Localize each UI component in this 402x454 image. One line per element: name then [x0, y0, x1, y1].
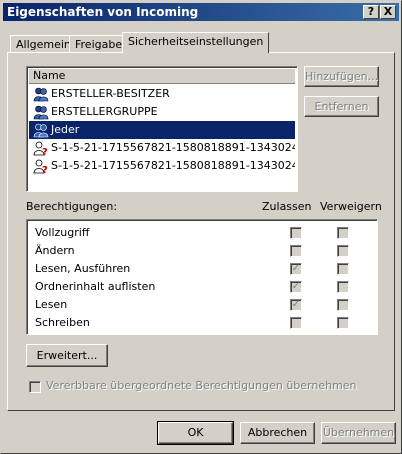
deny-header: Verweigern	[320, 200, 382, 213]
properties-dialog: Eigenschaften von Incoming ? X Allgemein…	[0, 0, 402, 454]
add-button[interactable]: Hinzufügen...	[304, 66, 379, 87]
remove-button[interactable]: Entfernen	[304, 96, 379, 117]
allow-checkbox[interactable]	[290, 227, 302, 239]
user-name: ERSTELLER-BESITZER	[51, 87, 170, 100]
deny-checkbox[interactable]	[337, 317, 349, 329]
deny-checkbox[interactable]	[337, 281, 349, 293]
list-item[interactable]: ERSTELLERGRUPPE	[29, 103, 295, 121]
permission-row: Ordnerinhalt auflisten	[35, 278, 155, 296]
unknown-user-icon: ?	[33, 141, 48, 156]
permission-row: Vollzugriff	[35, 224, 89, 242]
user-name: Jeder	[51, 123, 80, 136]
group-icon	[33, 87, 49, 102]
user-name: S-1-5-21-1715567821-1580818891-134302409…	[51, 141, 295, 154]
permission-row: Lesen	[35, 296, 67, 314]
tab-sicherheitseinstellungen[interactable]: Sicherheitseinstellungen	[122, 32, 270, 53]
permission-name: Ordnerinhalt auflisten	[35, 280, 156, 293]
deny-checkbox[interactable]	[337, 299, 349, 311]
tab-freigabe[interactable]: Freigabe	[69, 35, 129, 53]
svg-text:?: ?	[42, 147, 48, 156]
advanced-button[interactable]: Erweitert...	[26, 344, 108, 367]
permission-name: Lesen, Ausführen	[35, 262, 131, 275]
window-title: Eigenschaften von Incoming	[7, 5, 199, 19]
allow-header: Zulassen	[262, 200, 312, 213]
title-bar: Eigenschaften von Incoming ? X	[3, 3, 399, 21]
apply-button[interactable]: Übernehmen	[321, 422, 396, 444]
svg-text:?: ?	[42, 165, 48, 174]
user-list[interactable]: Name ERSTELLER-BESITZER ERSTELLERGRUPPE …	[26, 66, 298, 192]
help-button[interactable]: ?	[363, 5, 379, 19]
list-item[interactable]: ? S-1-5-21-1715567821-1580818891-1343024…	[29, 157, 295, 175]
deny-checkbox[interactable]	[337, 227, 349, 239]
inherit-label: Vererbbare übergeordnete Berechtigungen …	[46, 379, 357, 392]
permissions-label: Berechtigungen:	[26, 200, 118, 213]
permission-row: Schreiben	[35, 314, 90, 332]
security-tab-panel: Name ERSTELLER-BESITZER ERSTELLERGRUPPE …	[7, 52, 395, 411]
permission-row: Ändern	[35, 242, 75, 260]
user-name: ERSTELLERGRUPPE	[51, 105, 158, 118]
ok-button[interactable]: OK	[157, 421, 234, 445]
permission-row: Lesen, Ausführen	[35, 260, 130, 278]
list-item[interactable]: ERSTELLER-BESITZER	[29, 85, 295, 103]
name-column-header[interactable]: Name	[29, 69, 295, 84]
permission-name: Lesen	[35, 298, 68, 311]
close-button[interactable]: X	[380, 5, 396, 19]
allow-checkbox-checked[interactable]: ✓	[290, 263, 302, 275]
list-item-selected[interactable]: Jeder	[29, 121, 295, 139]
tab-label: Allgemein	[16, 38, 71, 51]
allow-checkbox[interactable]	[290, 245, 302, 257]
tab-label: Freigabe	[75, 38, 123, 51]
user-name: S-1-5-21-1715567821-1580818891-134302409…	[51, 159, 295, 172]
tab-allgemein[interactable]: Allgemein	[10, 35, 77, 53]
permissions-list: Vollzugriff Ändern Lesen, Ausführen ✓ Or…	[26, 219, 378, 335]
group-icon	[33, 105, 49, 120]
group-icon	[33, 123, 49, 138]
permission-name: Vollzugriff	[35, 226, 90, 239]
permission-name: Ändern	[35, 244, 75, 257]
deny-checkbox[interactable]	[337, 263, 349, 275]
inherit-checkbox[interactable]	[29, 381, 41, 393]
permission-name: Schreiben	[35, 316, 90, 329]
allow-checkbox-checked[interactable]: ✓	[290, 299, 302, 311]
allow-checkbox[interactable]	[290, 317, 302, 329]
list-item[interactable]: ? S-1-5-21-1715567821-1580818891-1343024…	[29, 139, 295, 157]
unknown-user-icon: ?	[33, 159, 48, 174]
deny-checkbox[interactable]	[337, 245, 349, 257]
allow-checkbox-checked[interactable]: ✓	[290, 281, 302, 293]
cancel-button[interactable]: Abbrechen	[240, 422, 315, 444]
tab-label: Sicherheitseinstellungen	[128, 35, 264, 48]
